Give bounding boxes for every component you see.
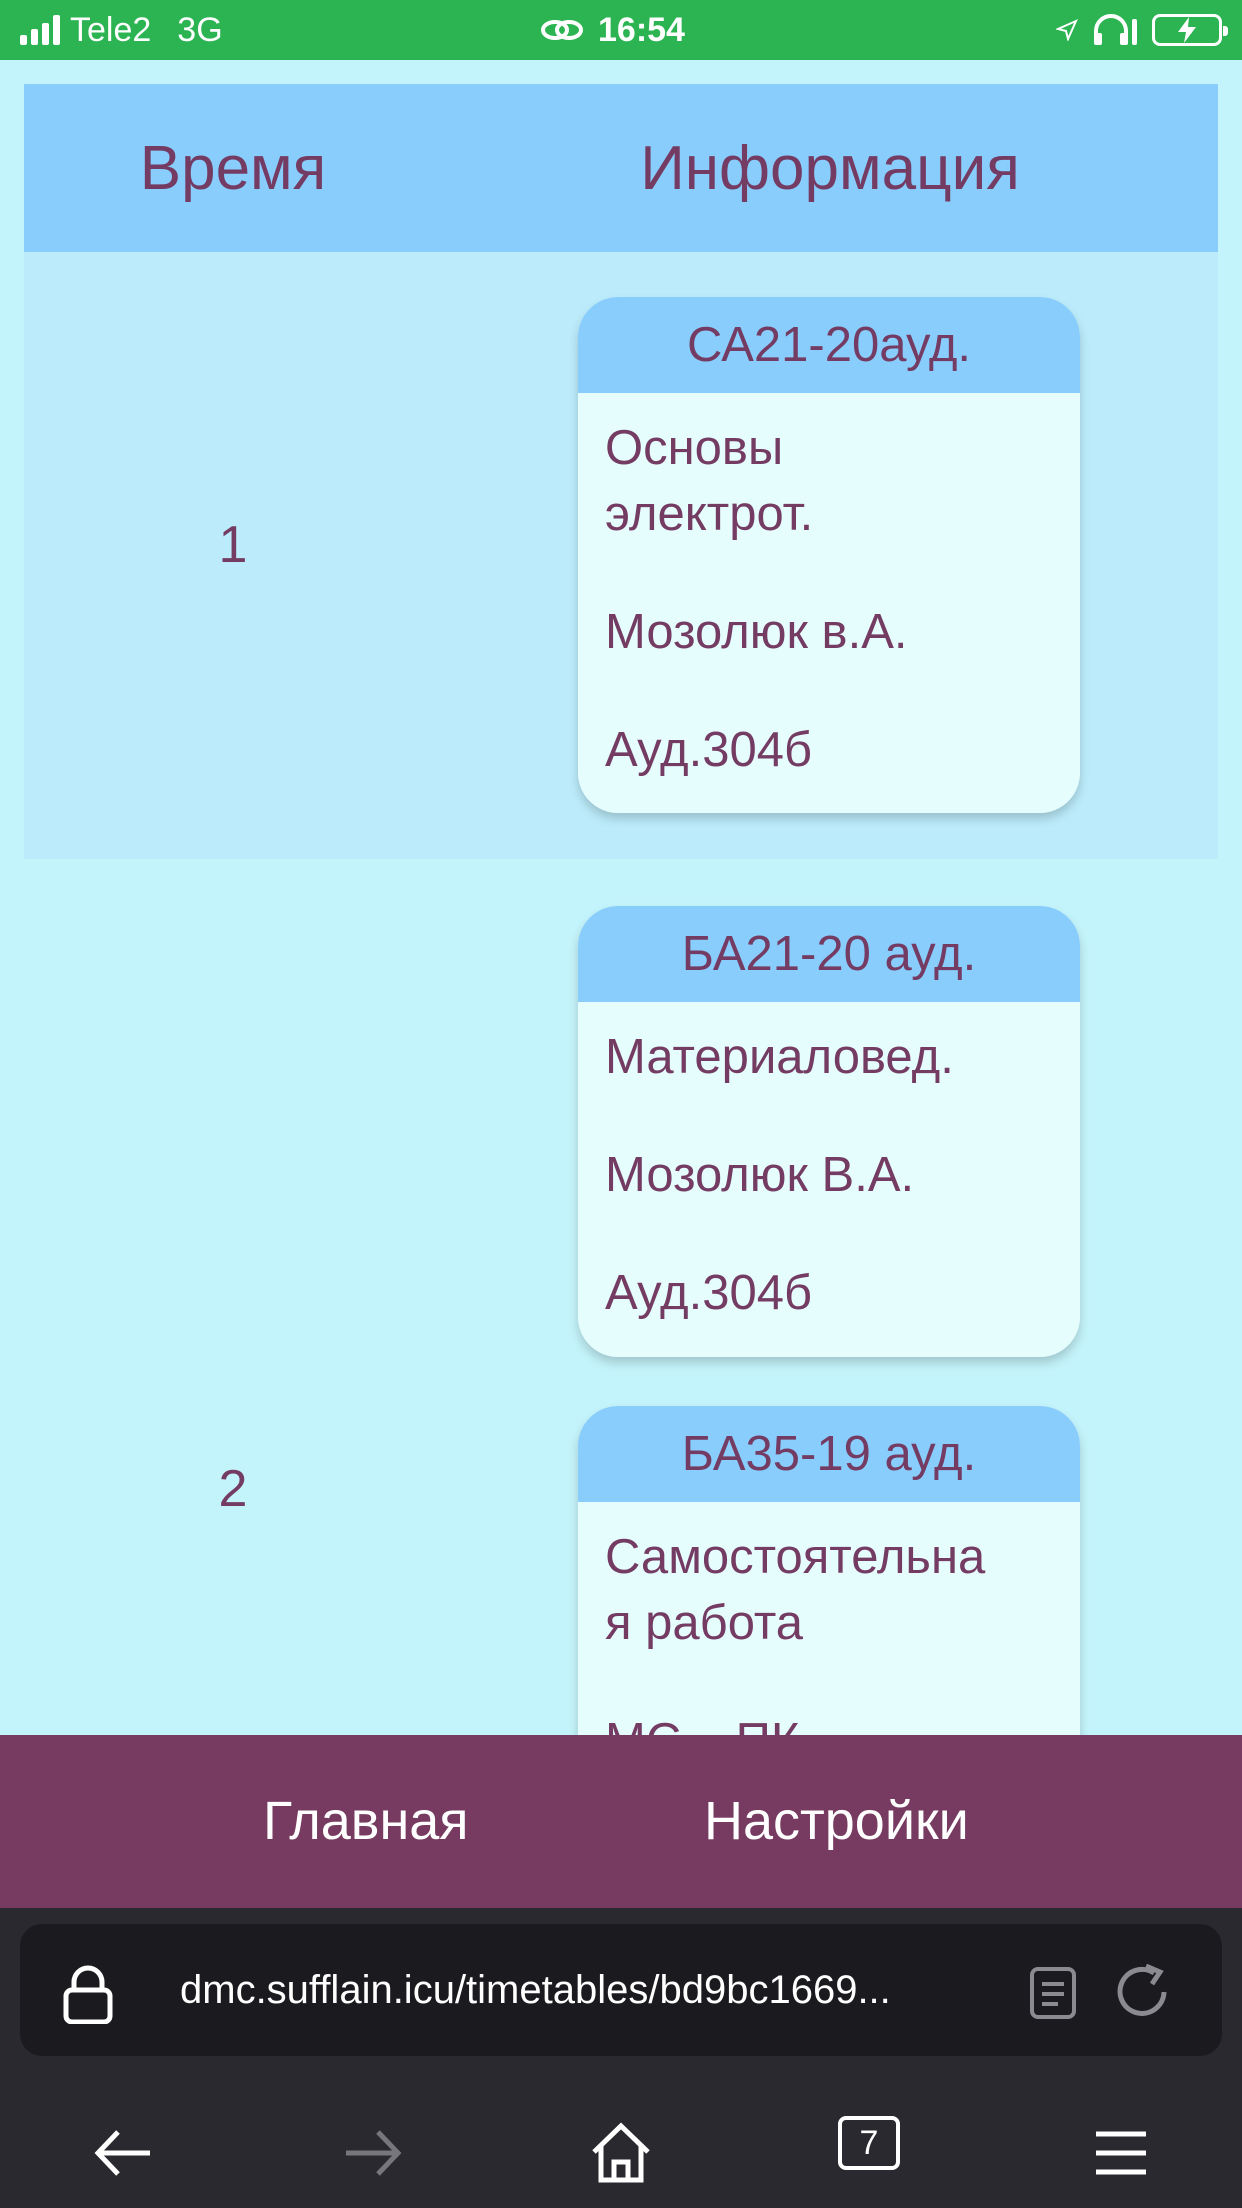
- card-group: БА21-20 ауд.: [578, 906, 1080, 1002]
- timetable-content[interactable]: Время Информация 1 СА21-20ауд. Основы эл…: [0, 60, 1242, 1735]
- card-room: Ауд.304б: [605, 1266, 813, 1320]
- status-bar: Tele2 3G 16:54: [0, 0, 1242, 60]
- card-group: БА35-19 ауд.: [578, 1406, 1080, 1502]
- url-text[interactable]: dmc.sufflain.icu/timetables/bd9bc1669...: [180, 1924, 891, 2056]
- signal-icon: [20, 15, 60, 45]
- forward-icon[interactable]: [338, 2118, 408, 2188]
- menu-icon[interactable]: [1084, 2118, 1154, 2188]
- card-subject-line: я работа: [605, 1596, 804, 1650]
- card-group: СА21-20ауд.: [578, 297, 1080, 393]
- card-teacher: Мозолюк В.А.: [605, 1148, 915, 1202]
- carrier-name: Tele2: [70, 10, 152, 49]
- back-icon[interactable]: [88, 2118, 158, 2188]
- nav-home-link[interactable]: Главная: [263, 1735, 469, 1908]
- table-header: Время Информация: [24, 84, 1218, 252]
- reader-mode-icon[interactable]: [1028, 1966, 1078, 2020]
- status-left: Tele2 3G: [20, 0, 223, 60]
- card-subject-line: Основы: [605, 421, 784, 475]
- lesson-card[interactable]: СА21-20ауд. Основы электрот. Мозолюк в.А…: [578, 297, 1080, 813]
- card-subject-line: электрот.: [605, 487, 814, 541]
- card-room: Ауд.304б: [605, 723, 813, 777]
- lesson-card[interactable]: БА21-20 ауд. Материаловед. Мозолюк В.А. …: [578, 906, 1080, 1357]
- reload-icon[interactable]: [1110, 1960, 1174, 2024]
- clock: 16:54: [598, 10, 685, 49]
- charging-bolt-icon: [1178, 17, 1196, 43]
- lesson-card[interactable]: БА35-19 ауд. Самостоятельна я работа МС.…: [578, 1406, 1080, 1735]
- location-icon: [1056, 19, 1078, 41]
- browser-chrome: dmc.sufflain.icu/timetables/bd9bc1669...…: [0, 1908, 1242, 2208]
- lesson-number: 1: [218, 516, 248, 574]
- card-subject-line: Материаловед.: [605, 1030, 954, 1084]
- card-subject-line: Самостоятельна: [605, 1530, 986, 1584]
- table-row: 2 БА21-20 ауд. Материаловед. Мозолюк В.А…: [24, 859, 1218, 1735]
- bottom-nav: Главная Настройки: [0, 1735, 1242, 1908]
- lesson-number: 2: [218, 1460, 248, 1518]
- header-time: Время: [139, 133, 327, 203]
- card-teacher: Мозолюк в.А.: [605, 605, 908, 659]
- status-right: [1056, 0, 1228, 60]
- home-icon[interactable]: [586, 2118, 656, 2188]
- status-center: 16:54: [540, 0, 685, 60]
- lock-icon: [63, 1965, 113, 2024]
- card-teacher: МС... ПК...: [578, 1708, 1080, 1735]
- link-icon: [541, 20, 583, 40]
- header-info: Информация: [640, 133, 1020, 203]
- headphones-icon: [1094, 14, 1137, 45]
- network-type: 3G: [177, 10, 223, 49]
- tabs-count-icon[interactable]: 7: [838, 2116, 900, 2170]
- table-row: 1 СА21-20ауд. Основы электрот. Мозолюк в…: [24, 252, 1218, 859]
- nav-settings-link[interactable]: Настройки: [704, 1735, 969, 1908]
- address-bar[interactable]: dmc.sufflain.icu/timetables/bd9bc1669...: [20, 1924, 1222, 2056]
- battery-icon: [1152, 14, 1228, 46]
